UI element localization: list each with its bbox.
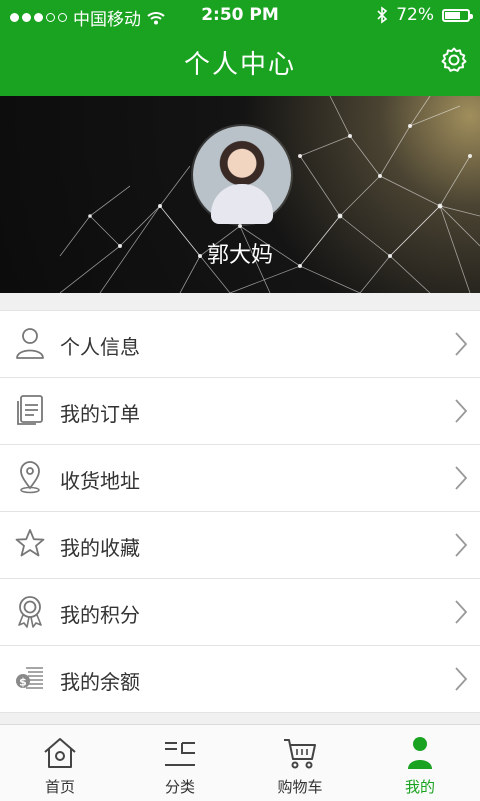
battery-percent: 72%: [396, 5, 434, 25]
chevron-right-icon: [455, 667, 468, 691]
balance-icon: $: [16, 667, 43, 689]
menu-item-label: 我的积分: [60, 603, 140, 627]
bluetooth-icon: [377, 6, 388, 24]
tab-label: 我的: [404, 778, 435, 796]
menu-item-label: 收货地址: [60, 469, 140, 493]
top-bar: 中国移动 2:50 PM 72% 个人中心: [0, 0, 480, 96]
tab-cart[interactable]: 购物车: [240, 725, 360, 801]
gear-icon[interactable]: [440, 46, 468, 74]
menu-item-label: 个人信息: [60, 335, 140, 359]
menu-item-profile-info[interactable]: 个人信息: [0, 311, 480, 378]
tab-label: 首页: [44, 778, 75, 796]
chevron-right-icon: [455, 399, 468, 423]
svg-text:$: $: [19, 676, 27, 689]
orders-icon: [17, 395, 43, 425]
home-icon: [44, 738, 76, 768]
menu-item-balance[interactable]: $ 我的余额: [0, 646, 480, 713]
tab-category[interactable]: 分类: [120, 725, 240, 801]
user-icon: [16, 328, 44, 359]
cart-icon: [284, 739, 316, 769]
medal-icon: [18, 596, 42, 628]
profile-banner: 郭大妈: [0, 96, 480, 293]
avatar[interactable]: [193, 126, 291, 224]
menu-item-label: 我的订单: [60, 402, 140, 426]
menu-item-favorites[interactable]: 我的收藏: [0, 512, 480, 579]
profile-icon: [408, 737, 432, 769]
menu-item-label: 我的余额: [60, 670, 140, 694]
location-pin-icon: [20, 461, 40, 494]
tab-label: 购物车: [277, 778, 323, 796]
page-title: 个人中心: [183, 50, 296, 80]
status-bar: 中国移动 2:50 PM 72%: [0, 0, 480, 32]
chevron-right-icon: [455, 466, 468, 490]
battery-icon: [442, 8, 473, 22]
menu-list: 个人信息 我的订单 收货地址 我的收藏 我的积分 $ 我的余额: [0, 310, 480, 713]
battery-fill: [445, 11, 461, 19]
menu-item-label: 我的收藏: [60, 536, 140, 560]
menu-item-points[interactable]: 我的积分: [0, 579, 480, 646]
tab-mine[interactable]: 我的: [360, 725, 480, 801]
chevron-right-icon: [455, 332, 468, 356]
user-name: 郭大妈: [206, 243, 273, 268]
category-icon: [165, 742, 195, 766]
tab-label: 分类: [164, 778, 195, 796]
tab-bar: 首页 分类 购物车 我的: [0, 724, 480, 801]
chevron-right-icon: [455, 600, 468, 624]
chevron-right-icon: [455, 533, 468, 557]
menu-item-address[interactable]: 收货地址: [0, 445, 480, 512]
tab-home[interactable]: 首页: [0, 725, 120, 801]
menu-item-orders[interactable]: 我的订单: [0, 378, 480, 445]
star-icon: [15, 529, 45, 557]
status-right: 72%: [376, 5, 473, 25]
